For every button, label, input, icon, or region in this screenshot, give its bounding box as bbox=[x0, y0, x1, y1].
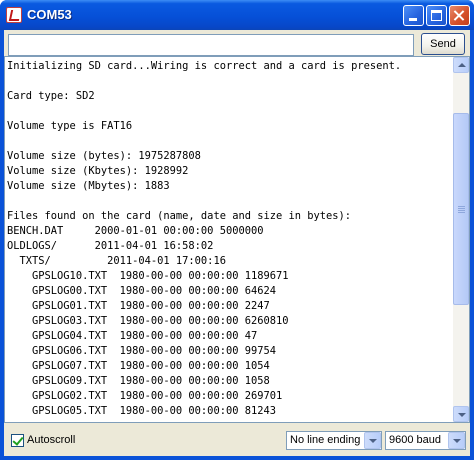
line-ending-select[interactable]: No line ending bbox=[286, 431, 382, 450]
scroll-up-arrow-icon[interactable] bbox=[453, 57, 469, 73]
serial-output-line: Initializing SD card...Wiring is correct… bbox=[7, 60, 402, 72]
serial-output-line bbox=[7, 134, 455, 149]
baud-rate-select[interactable]: 9600 baud bbox=[385, 431, 466, 450]
serial-output-line: Volume size (Mbytes): 1883 bbox=[7, 180, 170, 192]
serial-output-line: GPSLOG02.TXT 1980-00-00 00:00:00 269701 bbox=[7, 390, 283, 402]
serial-output-line: GPSLOG04.TXT 1980-00-00 00:00:00 47 bbox=[7, 330, 258, 342]
autoscroll-checkbox[interactable] bbox=[11, 434, 24, 447]
chevron-down-icon[interactable] bbox=[448, 432, 465, 449]
serial-output-text: Initializing SD card...Wiring is correct… bbox=[7, 59, 455, 421]
serial-output-line: Volume size (Kbytes): 1928992 bbox=[7, 165, 189, 177]
minimize-icon bbox=[409, 18, 417, 21]
window-title: COM53 bbox=[27, 7, 72, 22]
baud-rate-value: 9600 baud bbox=[389, 434, 441, 446]
serial-output-line: GPSLOG07.TXT 1980-00-00 00:00:00 1054 bbox=[7, 360, 270, 372]
chevron-down-icon[interactable] bbox=[364, 432, 381, 449]
serial-output-line: GPSLOG05.TXT 1980-00-00 00:00:00 81243 bbox=[7, 405, 276, 417]
close-button[interactable] bbox=[449, 5, 470, 26]
serial-output-line: TXTS/ 2011-04-01 17:00:16 bbox=[7, 255, 226, 267]
vertical-scrollbar[interactable] bbox=[453, 57, 469, 422]
serial-send-input[interactable] bbox=[8, 34, 414, 56]
window-client-area: Send Initializing SD card...Wiring is co… bbox=[4, 30, 470, 456]
thumb-grip bbox=[458, 210, 465, 211]
scroll-down-arrow-icon[interactable] bbox=[453, 406, 469, 422]
serial-output-line bbox=[7, 74, 455, 89]
maximize-button[interactable] bbox=[426, 5, 447, 26]
serial-output-area[interactable]: Initializing SD card...Wiring is correct… bbox=[4, 56, 470, 423]
serial-output-line: GPSLOG10.TXT 1980-00-00 00:00:00 1189671 bbox=[7, 270, 289, 282]
serial-output-line: Volume type is FAT16 bbox=[7, 120, 133, 132]
serial-output-line: OLDLOGS/ 2011-04-01 16:58:02 bbox=[7, 240, 214, 252]
scrollbar-thumb[interactable] bbox=[453, 113, 469, 305]
footer-bar: Autoscroll No line ending 9600 baud bbox=[4, 423, 470, 456]
serial-output-line: Files found on the card (name, date and … bbox=[7, 210, 352, 222]
line-ending-value: No line ending bbox=[290, 434, 361, 446]
serial-output-line: Volume size (bytes): 1975287808 bbox=[7, 150, 201, 162]
title-bar[interactable]: COM53 bbox=[0, 0, 474, 30]
thumb-grip bbox=[458, 206, 465, 207]
thumb-grip bbox=[458, 208, 465, 209]
serial-output-line: GPSLOG06.TXT 1980-00-00 00:00:00 99754 bbox=[7, 345, 276, 357]
serial-output-line: GPSLOG08.TXT 1980-00-00 00:00:00 410 bbox=[7, 419, 455, 421]
thumb-grip bbox=[458, 212, 465, 213]
serial-output-line: BENCH.DAT 2000-01-01 00:00:00 5000000 bbox=[7, 225, 264, 237]
arduino-app-icon bbox=[6, 7, 22, 23]
serial-output-line: GPSLOG09.TXT 1980-00-00 00:00:00 1058 bbox=[7, 375, 270, 387]
minimize-button[interactable] bbox=[403, 5, 424, 26]
serial-monitor-window: COM53 Send Initializing SD card...Wiring… bbox=[0, 0, 474, 460]
close-icon bbox=[450, 6, 469, 25]
serial-output-line bbox=[7, 194, 455, 209]
serial-output-line: Card type: SD2 bbox=[7, 90, 95, 102]
serial-output-line: GPSLOG00.TXT 1980-00-00 00:00:00 64624 bbox=[7, 285, 276, 297]
serial-output-line: GPSLOG03.TXT 1980-00-00 00:00:00 6260810 bbox=[7, 315, 289, 327]
autoscroll-label: Autoscroll bbox=[27, 434, 76, 446]
serial-output-line bbox=[7, 104, 455, 119]
send-button[interactable]: Send bbox=[421, 33, 465, 55]
maximize-icon bbox=[431, 10, 442, 21]
serial-output-line: GPSLOG01.TXT 1980-00-00 00:00:00 2247 bbox=[7, 300, 270, 312]
